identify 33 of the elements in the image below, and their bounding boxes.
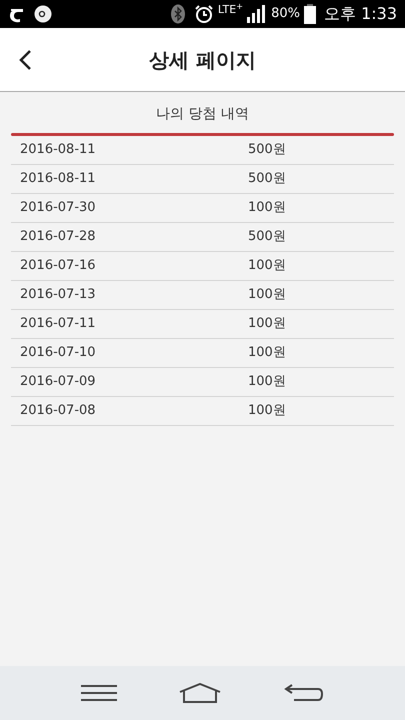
- date-cell-text: 2016-07-11: [20, 315, 97, 334]
- amount-cell-text: 100원: [248, 286, 286, 304]
- date-cell-text: 2016-07-08: [20, 402, 97, 420]
- amount-cell-text: 500원: [248, 170, 286, 188]
- bluetooth-icon: [170, 4, 186, 24]
- amount-cell-text: 100원: [248, 257, 286, 276]
- clock-time: 오후 1:33: [324, 3, 397, 25]
- amount-cell-text: 100원: [248, 315, 286, 334]
- date-cell-text: 2016-07-30: [20, 199, 97, 218]
- date-cell-text: 2016-07-09: [20, 373, 97, 392]
- date-cell-text: 2016-07-16: [20, 257, 97, 276]
- date-cell-text: 2016-08-11: [20, 141, 97, 160]
- alarm-icon: [194, 4, 214, 24]
- battery-percent: 80%: [271, 5, 300, 24]
- battery-icon: [304, 4, 316, 24]
- section-title: 나의 당첨 내역: [155, 105, 250, 124]
- amount-cell-text: 500원: [248, 228, 286, 246]
- menu-icon[interactable]: [80, 684, 117, 702]
- back-icon[interactable]: [18, 48, 32, 70]
- network-type: LTE$^{+}$: [218, 4, 244, 15]
- amount-cell-text: 100원: [248, 402, 286, 420]
- amount-cell-text: 100원: [248, 344, 286, 362]
- date-cell-text: 2016-07-28: [20, 228, 97, 246]
- date-cell-text: 2016-07-13: [20, 286, 97, 304]
- amount-cell-text: 500원: [248, 141, 286, 160]
- amount-cell-text: 100원: [248, 199, 286, 218]
- amount-cell-text: 100원: [248, 373, 286, 392]
- back-icon[interactable]: [284, 683, 324, 703]
- home-icon[interactable]: [178, 683, 222, 703]
- page-title: 상세 페이지: [149, 46, 256, 74]
- date-cell-text: 2016-08-11: [20, 170, 97, 188]
- signal-icon: [247, 5, 268, 23]
- date-cell-text: 2016-07-10: [20, 344, 97, 362]
